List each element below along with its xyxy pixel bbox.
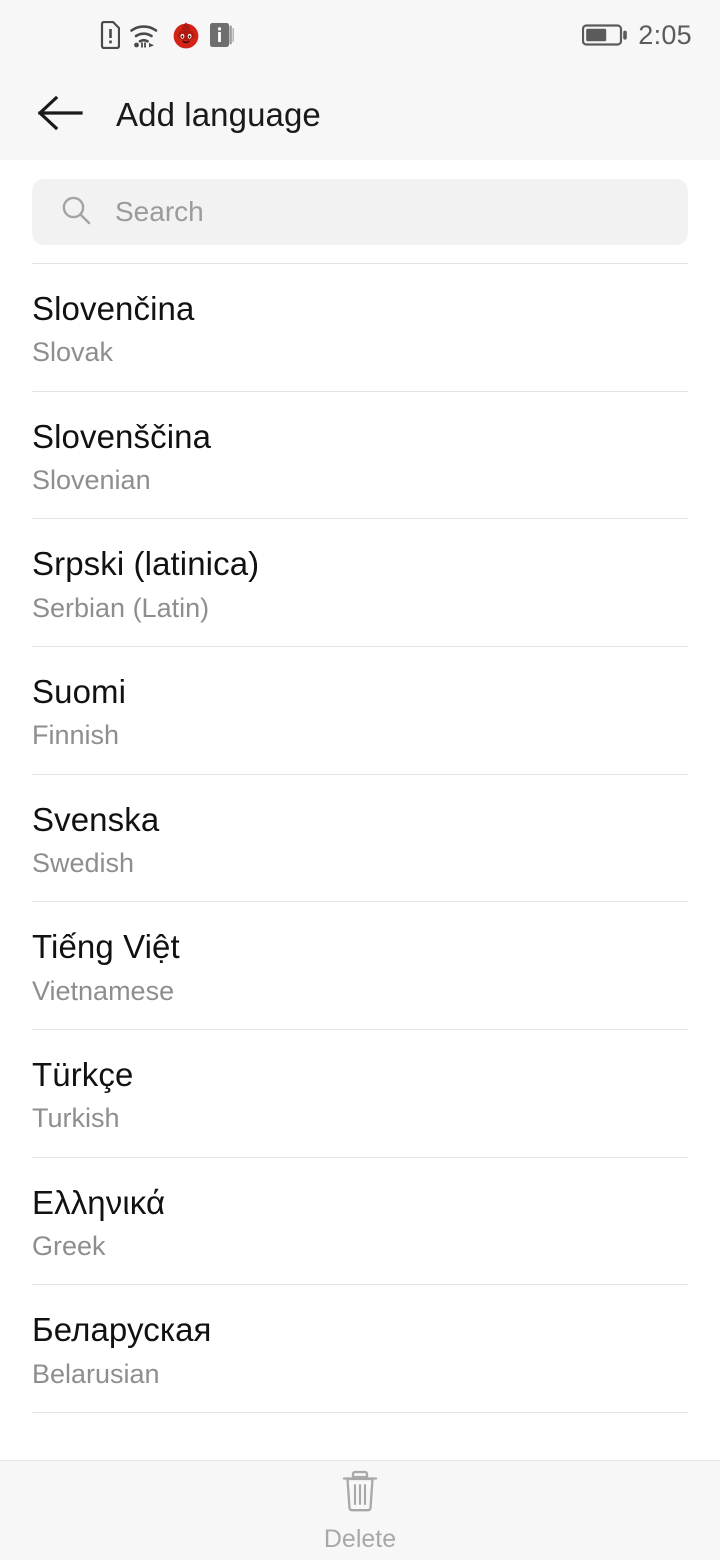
language-list-item[interactable]: Slovenščina Slovenian [0,392,720,519]
language-native-name: Svenska [32,800,160,838]
back-button[interactable] [32,87,88,143]
language-list-item[interactable]: Ελληνικά Greek [0,1158,720,1285]
status-bar-right: 2:05 [582,20,692,51]
content-area: Search Slovenčina Slovak Slovenščina Sloven… [0,160,720,1460]
delete-button[interactable]: Delete [324,1468,396,1554]
language-english-name: Serbian (Latin) [32,592,210,623]
language-english-name: Finnish [32,720,120,751]
language-list-item[interactable]: Svenska Swedish [0,775,720,902]
language-english-name: Slovenian [32,464,151,495]
language-list-item[interactable]: Tiếng Việt Vietnamese [0,902,720,1029]
language-list-item[interactable]: Беларуская Belarusian [0,1285,720,1412]
delete-button-label: Delete [323,1524,397,1553]
language-native-name: Slovenščina [32,417,212,455]
language-native-name: Ελληνικά [32,1183,166,1221]
app-bar: Add language [0,70,720,160]
bottom-action-bar: Delete [0,1460,720,1560]
language-english-name: Turkish [32,1103,120,1134]
flame-app-icon [172,21,200,49]
search-container: Search [0,160,720,263]
info-badge-icon [209,21,235,49]
language-english-name: Vietnamese [32,975,175,1006]
divider [32,1411,688,1413]
language-list-item[interactable]: Slovenčina Slovak [0,264,720,391]
page-title: Add language [116,96,321,133]
language-list-item[interactable]: Srpski (latinica) Serbian (Latin) [0,519,720,646]
arrow-left-icon [36,93,84,138]
language-native-name: Tiếng Việt [32,928,180,966]
search-input[interactable]: Search [32,179,688,245]
language-english-name: Belarusian [32,1358,160,1389]
trash-icon [339,1468,381,1519]
language-list: Slovenčina Slovak Slovenščina Slovenian Srps… [0,264,720,1413]
language-list-item[interactable]: Türkçe Turkish [0,1030,720,1157]
language-english-name: Greek [32,1230,106,1261]
language-list-item[interactable]: Suomi Finnish [0,647,720,774]
language-english-name: Slovak [32,337,114,368]
language-native-name: Slovenčina [32,290,195,327]
language-native-name: Türkçe [32,1055,134,1093]
battery-icon [582,22,628,48]
sim-card-alert-icon [100,21,120,49]
language-native-name: Беларуская [32,1311,212,1349]
language-english-name: Swedish [32,847,135,878]
language-native-name: Srpski (latinica) [32,545,260,583]
status-bar: 2:05 [0,0,720,70]
search-placeholder: Search [115,196,204,227]
wifi-icon [129,21,163,49]
phone-screen: 2:05 Add language Search Slovenčina Slov… [0,0,720,1560]
search-icon [60,194,92,231]
status-bar-clock: 2:05 [638,19,692,50]
language-native-name: Suomi [32,672,127,710]
status-bar-icons [100,21,235,49]
